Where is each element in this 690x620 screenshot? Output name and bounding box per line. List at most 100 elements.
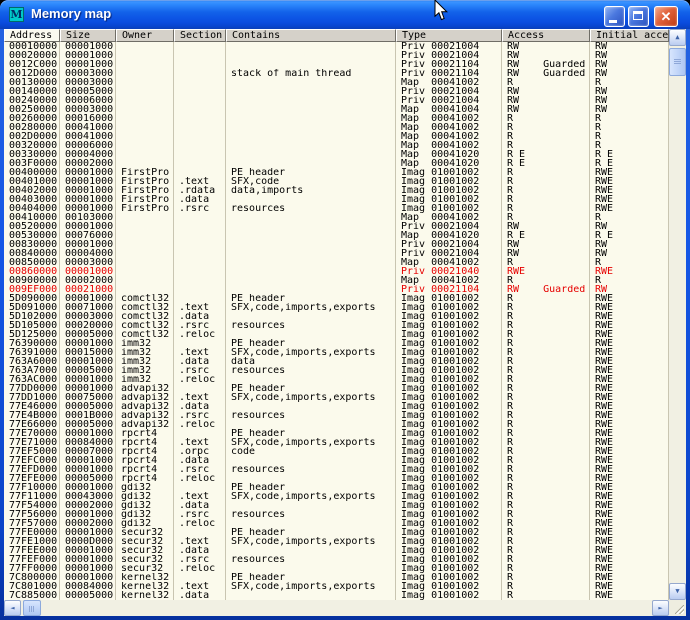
table-row[interactable]: 77FF000000001000secur32.relocImag 010010… [4,564,669,573]
table-row[interactable]: 77FE10000000D000secur32.textSFX,code,imp… [4,537,669,546]
table-row[interactable]: 77E6600000005000advapi32.relocImag 01001… [4,420,669,429]
cell-owner: secur32 [116,555,174,564]
minimize-button[interactable] [604,6,625,27]
memory-map-window-icon[interactable]: M [9,7,24,22]
column-header-contains[interactable]: Contains [226,29,396,42]
cell-type: Map 00041002 [396,258,502,267]
table-row[interactable]: 5D10200000003000comctl32.dataImag 010010… [4,312,669,321]
table-row[interactable]: 77FEF00000001000secur32.rsrcresourcesIma… [4,555,669,564]
table-row[interactable]: 7639100000015000imm32.textSFX,code,impor… [4,348,669,357]
table-row[interactable]: 763A600000001000imm32.datadataImag 01001… [4,357,669,366]
table-row[interactable]: 763AC00000001000imm32.relocImag 01001002… [4,375,669,384]
column-header-section[interactable]: Section [174,29,226,42]
table-row[interactable]: 0025000000003000Map 00041004RWRW [4,105,669,114]
table-row[interactable]: 0040300000001000FirstPro.dataImag 010010… [4,195,669,204]
table-row[interactable]: 77EFE00000005000rpcrt4.relocImag 0100100… [4,474,669,483]
table-row[interactable]: 77DD000000001000advapi32PE headerImag 01… [4,384,669,393]
table-row[interactable]: 77FE000000001000secur32PE headerImag 010… [4,528,669,537]
table-row[interactable]: 77E7100000084000rpcrt4.textSFX,code,impo… [4,438,669,447]
scroll-down-button[interactable]: ▼ [669,583,686,600]
table-row[interactable]: 0012C00000001000Priv 00021104RW GuardedR… [4,60,669,69]
table-row[interactable]: 0086000000001000Priv 00021040RWERWE [4,267,669,276]
table-row[interactable]: 0028000000041000Map 00041002RR [4,123,669,132]
table-row[interactable]: 0026000000016000Map 00041002RR [4,114,669,123]
table-row[interactable]: 009EF00000021000Priv 00021104RW GuardedR… [4,285,669,294]
column-header-initial-access[interactable]: Initial access [590,29,669,42]
table-row[interactable]: 7C88500000005000kernel32.dataImag 010010… [4,591,669,600]
table-row[interactable]: 0053000000076000Map 00041020R ER E [4,231,669,240]
cell-address: 77DD1000 [4,393,60,402]
table-row[interactable]: 002D000000041000Map 00041002RR [4,132,669,141]
cell-type: Map 00041002 [396,114,502,123]
table-row[interactable]: 77F5600000001000gdi32.rsrcresourcesImag … [4,510,669,519]
title-bar[interactable]: M Memory map ✕ [0,0,690,29]
cell-section [174,285,226,294]
table-row[interactable]: 77EF500000007000rpcrt4.orpccodeImag 0100… [4,447,669,456]
table-row[interactable]: 0041000000103000Map 00041002RR [4,213,669,222]
vertical-scrollbar-thumb[interactable] [669,48,686,76]
table-row[interactable]: 0040200000001000FirstPro.rdatadata,impor… [4,186,669,195]
table-row[interactable]: 77E7000000001000rpcrt4PE headerImag 0100… [4,429,669,438]
scroll-right-button[interactable]: ► [652,600,669,616]
cell-contains [226,213,396,222]
table-row[interactable]: 77EFD00000001000rpcrt4.rsrcresourcesImag… [4,465,669,474]
table-row[interactable]: 7C80100000084000kernel32.textSFX,code,im… [4,582,669,591]
table-row[interactable]: 003F000000002000Map 00041020R ER E [4,159,669,168]
cell-section: .text [174,492,226,501]
cell-contains [226,564,396,573]
horizontal-scrollbar-thumb[interactable] [23,600,41,616]
table-row[interactable]: 0052000000001000Priv 00021004RWRW [4,222,669,231]
table-row[interactable]: 77F5400000002000gdi32.dataImag 01001002R… [4,501,669,510]
cell-type: Imag 01001002 [396,204,502,213]
table-row[interactable]: 0090000000002000Map 00041002RR [4,276,669,285]
column-header-owner[interactable]: Owner [116,29,174,42]
table-row[interactable]: 77FEE00000001000secur32.dataImag 0100100… [4,546,669,555]
scroll-left-button[interactable]: ◄ [4,600,21,616]
table-row[interactable]: 5D09000000001000comctl32PE headerImag 01… [4,294,669,303]
table-row[interactable]: 0085000000003000Map 00041002RR [4,258,669,267]
table-row[interactable]: 0084000000004000Priv 00021004RWRW [4,249,669,258]
table-row[interactable]: 0083000000001000Priv 00021004RWRW [4,240,669,249]
table-row[interactable]: 77E4600000005000advapi32.dataImag 010010… [4,402,669,411]
table-row[interactable]: 7639000000001000imm32PE headerImag 01001… [4,339,669,348]
scroll-up-button[interactable]: ▲ [669,29,686,46]
table-row[interactable]: 0032000000006000Map 00041002RR [4,141,669,150]
table-row[interactable]: 77F1100000043000gdi32.textSFX,code,impor… [4,492,669,501]
table-row[interactable]: 5D09100000071000comctl32.textSFX,code,im… [4,303,669,312]
cell-owner: comctl32 [116,321,174,330]
column-header-size[interactable]: Size [60,29,116,42]
table-row[interactable]: 0040100000001000FirstPro.textSFX,codeIma… [4,177,669,186]
maximize-button[interactable] [628,6,649,27]
table-row[interactable]: 5D12500000005000comctl32.relocImag 01001… [4,330,669,339]
table-row[interactable]: 0040000000001000FirstProPE headerImag 01… [4,168,669,177]
vertical-scrollbar[interactable]: ▲ ▼ [669,29,686,600]
column-header-access[interactable]: Access [502,29,590,42]
cell-initial-access: RWE [590,456,669,465]
table-row[interactable]: 0014000000005000Priv 00021004RWRW [4,87,669,96]
close-button[interactable]: ✕ [654,6,678,27]
table-row[interactable]: 77F1000000001000gdi32PE headerImag 01001… [4,483,669,492]
table-row[interactable]: 0024000000006000Priv 00021004RWRW [4,96,669,105]
column-header-address[interactable]: Address [4,29,60,42]
column-header-type[interactable]: Type [396,29,502,42]
resize-grip[interactable] [669,600,686,616]
table-row[interactable]: 77F5700000002000gdi32.relocImag 01001002… [4,519,669,528]
horizontal-scrollbar[interactable]: ◄ ► [4,600,669,616]
cell-initial-access: RWE [590,420,669,429]
cell-access: RW [502,51,590,60]
cell-contains [226,42,396,51]
table-row[interactable]: 0002000000001000Priv 00021004RWRW [4,51,669,60]
table-row[interactable]: 77EFC00000001000rpcrt4.dataImag 01001002… [4,456,669,465]
table-row[interactable]: 0040400000001000FirstPro.rsrcresourcesIm… [4,204,669,213]
table-row[interactable]: 7C80000000001000kernel32PE headerImag 01… [4,573,669,582]
table-row[interactable]: 77E4B0000001B000advapi32.rsrcresourcesIm… [4,411,669,420]
table-row[interactable]: 5D10500000020000comctl32.rsrcresourcesIm… [4,321,669,330]
table-row[interactable]: 0012D00000003000stack of main threadPriv… [4,69,669,78]
table-row[interactable]: 763A700000005000imm32.rsrcresourcesImag … [4,366,669,375]
table-row[interactable]: 77DD100000075000advapi32.textSFX,code,im… [4,393,669,402]
table-row[interactable]: 0001000000001000Priv 00021004RWRW [4,42,669,51]
table-row[interactable]: 0033000000004000Map 00041020R ER E [4,150,669,159]
cell-access: R [502,447,590,456]
cell-address: 5D125000 [4,330,60,339]
table-row[interactable]: 0013000000003000Map 00041002RR [4,78,669,87]
